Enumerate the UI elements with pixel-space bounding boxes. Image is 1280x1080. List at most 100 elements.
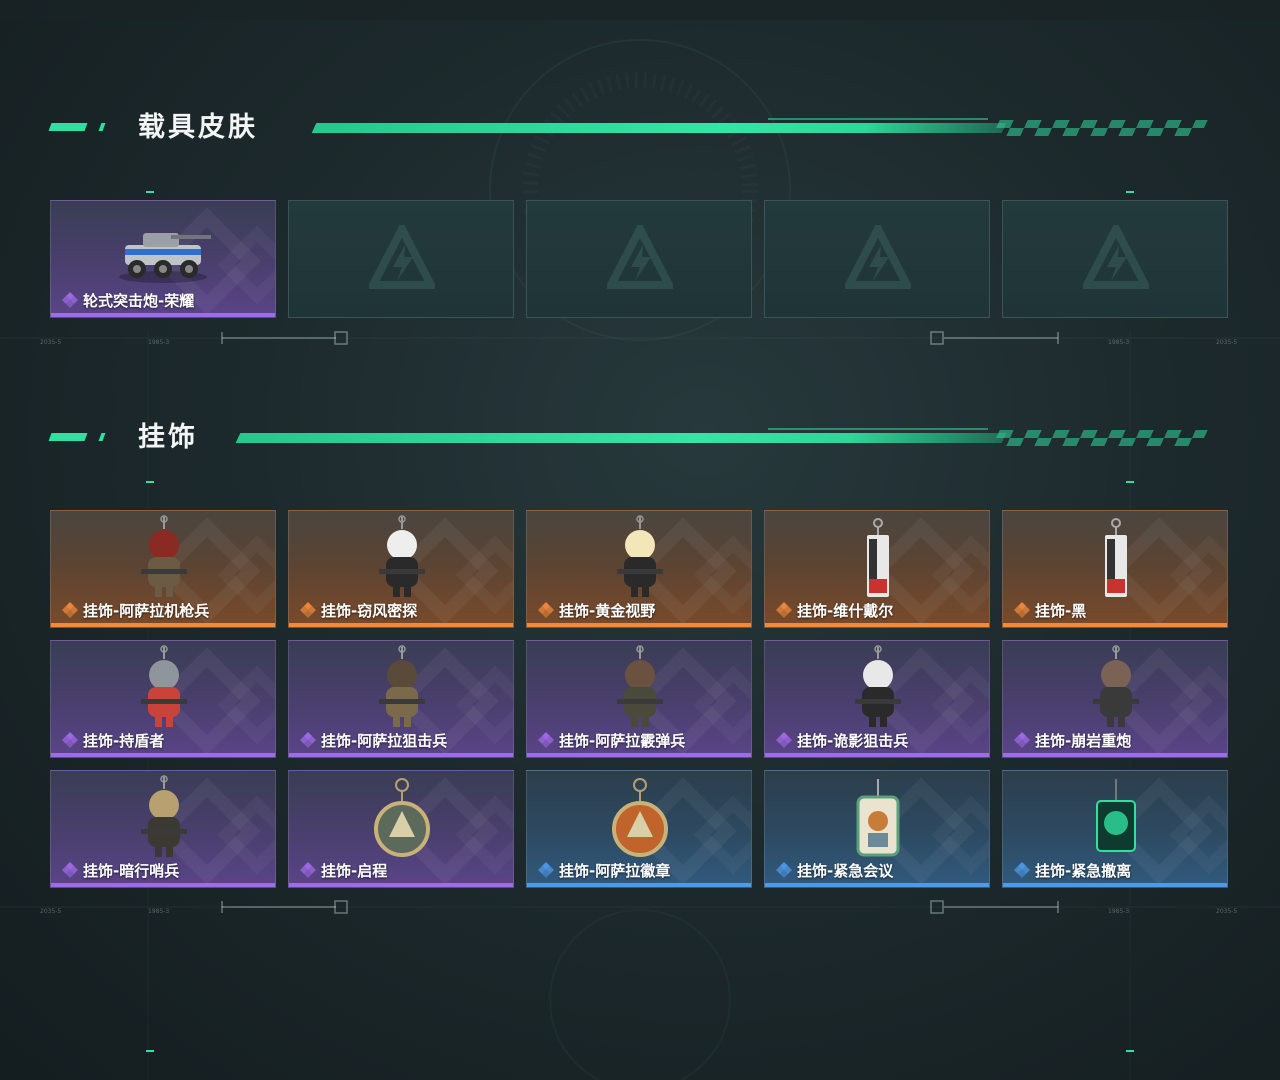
item-name: 挂饰-持盾者 (83, 731, 165, 750)
vehicle-skin-empty-slot[interactable] (1002, 200, 1228, 318)
rarity-bar (289, 753, 513, 757)
deco-text-right2-bottom: 2035-5 (1216, 908, 1237, 915)
rarity-gem-icon (775, 861, 793, 879)
charm-card[interactable]: 挂饰-紧急会议 (764, 770, 990, 888)
header-progress-line (311, 123, 1007, 133)
charm-card[interactable]: 挂饰-黑 (1002, 510, 1228, 628)
item-name: 挂饰-暗行哨兵 (83, 861, 180, 880)
charm-card[interactable]: 挂饰-维什戴尔 (764, 510, 990, 628)
header-progress-line (235, 433, 1007, 443)
card-label: 挂饰-紧急撤离 (1013, 860, 1131, 880)
placeholder-logo-icon (366, 220, 438, 295)
golden-vision-charm-icon (587, 515, 693, 601)
deco-text-right2: 2035-5 (1216, 339, 1237, 346)
header-accent-bar (98, 123, 106, 131)
vehicle-skin-empty-slot[interactable] (288, 200, 514, 318)
deco-text-left: 2035-5 (40, 339, 61, 346)
charm-card[interactable]: 挂饰-阿萨拉机枪兵 (50, 510, 276, 628)
shield-bearer-charm-icon (111, 645, 217, 731)
armored-vehicle-icon (111, 205, 217, 291)
vehicle-skin-empty-slot[interactable] (764, 200, 990, 318)
card-label: 挂饰-暗行哨兵 (61, 860, 179, 880)
charm-card[interactable]: 挂饰-紧急撤离 (1002, 770, 1228, 888)
charm-card[interactable]: 挂饰-持盾者 (50, 640, 276, 758)
card-label: 挂饰-紧急会议 (775, 860, 893, 880)
rarity-bar (527, 623, 751, 627)
rarity-bar (527, 883, 751, 887)
item-name: 挂饰-阿萨拉徽章 (559, 861, 671, 880)
header-thin-line (768, 428, 988, 430)
card-label: 挂饰-启程 (299, 860, 387, 880)
card-label: 轮式突击炮-荣耀 (61, 290, 194, 310)
machine-gunner-charm-icon (111, 515, 217, 601)
card-tag-charm-icon (1063, 515, 1169, 601)
charm-card[interactable]: 挂饰-阿萨拉霰弹兵 (526, 640, 752, 758)
placeholder-logo-icon (604, 220, 676, 295)
ring-medal-charm-icon (349, 775, 455, 861)
deco-text-right: 1985-3 (1108, 339, 1129, 346)
item-name: 挂饰-黑 (1035, 601, 1087, 620)
header-accent-bar (98, 433, 106, 441)
emergency-meeting-charm-icon (825, 775, 931, 861)
rarity-bar (51, 623, 275, 627)
rarity-gem-icon (299, 601, 317, 619)
rarity-gem-icon (1013, 731, 1031, 749)
charm-card[interactable]: 挂饰-黄金视野 (526, 510, 752, 628)
charm-card[interactable]: 挂饰-阿萨拉徽章 (526, 770, 752, 888)
card-label: 挂饰-阿萨拉徽章 (537, 860, 670, 880)
charm-card[interactable]: 挂饰-窃风密探 (288, 510, 514, 628)
shotgunner-charm-icon (587, 645, 693, 731)
rarity-bar (51, 883, 275, 887)
card-label: 挂饰-维什戴尔 (775, 600, 893, 620)
item-name: 挂饰-紧急撤离 (1035, 861, 1132, 880)
deco-text-left2-bottom: 1985-3 (148, 908, 169, 915)
card-label: 挂饰-崩岩重炮 (1013, 730, 1131, 750)
card-label: 挂饰-黑 (1013, 600, 1086, 620)
item-name: 挂饰-黄金视野 (559, 601, 656, 620)
rarity-gem-icon (299, 731, 317, 749)
rarity-gem-icon (537, 731, 555, 749)
placeholder-logo-icon (842, 220, 914, 295)
rarity-bar (51, 753, 275, 757)
card-tag-charm-icon (825, 515, 931, 601)
charm-card[interactable]: 挂饰-阿萨拉狙击兵 (288, 640, 514, 758)
item-name: 轮式突击炮-荣耀 (83, 291, 195, 310)
accent-tick (1126, 1050, 1134, 1052)
accent-tick (146, 191, 154, 193)
rarity-gem-icon (299, 861, 317, 879)
rarity-bar (765, 753, 989, 757)
rarity-bar (765, 883, 989, 887)
accent-tick (146, 481, 154, 483)
rarity-bar (527, 753, 751, 757)
item-name: 挂饰-阿萨拉霰弹兵 (559, 731, 686, 750)
charm-card[interactable]: 挂饰-启程 (288, 770, 514, 888)
item-name: 挂饰-阿萨拉狙击兵 (321, 731, 448, 750)
rarity-gem-icon (61, 601, 79, 619)
card-label: 挂饰-阿萨拉狙击兵 (299, 730, 447, 750)
charm-card[interactable]: 挂饰-暗行哨兵 (50, 770, 276, 888)
sniper-charm-icon (349, 645, 455, 731)
vehicle-skin-empty-slot[interactable] (526, 200, 752, 318)
sentry-charm-icon (111, 775, 217, 861)
rarity-bar (1003, 753, 1227, 757)
item-name: 挂饰-崩岩重炮 (1035, 731, 1132, 750)
rarity-gem-icon (61, 731, 79, 749)
rarity-gem-icon (775, 731, 793, 749)
card-label: 挂饰-诡影狙击兵 (775, 730, 908, 750)
item-name: 挂饰-阿萨拉机枪兵 (83, 601, 210, 620)
wind-spy-charm-icon (349, 515, 455, 601)
card-label: 挂饰-黄金视野 (537, 600, 655, 620)
deco-text-left-bottom: 2035-5 (40, 908, 61, 915)
rarity-gem-icon (537, 861, 555, 879)
deco-text-right-bottom: 1985-3 (1108, 908, 1129, 915)
rarity-bar (1003, 623, 1227, 627)
header-accent-bar (48, 123, 88, 131)
rarity-bar (289, 883, 513, 887)
rarity-gem-icon (61, 291, 79, 309)
charm-card[interactable]: 挂饰-诡影狙击兵 (764, 640, 990, 758)
charm-card[interactable]: 挂饰-崩岩重炮 (1002, 640, 1228, 758)
rarity-gem-icon (1013, 601, 1031, 619)
card-label: 挂饰-阿萨拉霰弹兵 (537, 730, 685, 750)
item-name: 挂饰-启程 (321, 861, 388, 880)
vehicle-skin-card[interactable]: 轮式突击炮-荣耀 (50, 200, 276, 318)
